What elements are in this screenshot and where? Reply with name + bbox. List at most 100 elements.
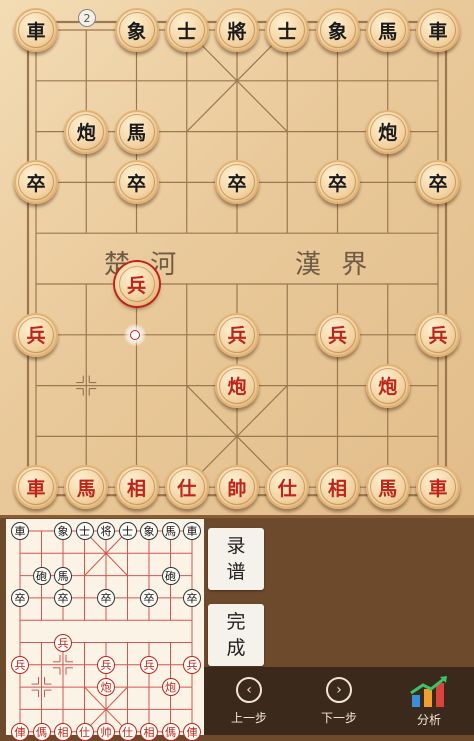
piece-glyph: 炮: [219, 367, 255, 404]
red-piece[interactable]: 炮: [365, 363, 410, 408]
piece-glyph: 帥: [219, 469, 255, 506]
piece-glyph: 兵: [319, 316, 356, 353]
board-grid: [26, 20, 448, 497]
mini-red-piece: 兵: [11, 655, 29, 674]
red-piece[interactable]: 仕: [164, 465, 209, 510]
mini-black-piece: 馬: [54, 566, 72, 585]
black-piece[interactable]: 象: [315, 8, 360, 52]
mini-black-piece: 卒: [97, 588, 115, 607]
mini-black-piece: 卒: [183, 588, 201, 607]
prev-step-button[interactable]: ‹ 上一步: [204, 667, 294, 735]
piece-glyph: 卒: [118, 164, 155, 201]
mini-red-piece: 兵: [54, 633, 72, 652]
red-piece[interactable]: 相: [315, 465, 360, 510]
move-count-badge: 2: [78, 9, 96, 27]
piece-glyph: 車: [18, 469, 54, 506]
red-piece[interactable]: 兵: [215, 312, 259, 357]
piece-glyph: 兵: [18, 316, 54, 353]
mini-red-piece: 傌: [32, 722, 51, 741]
red-piece[interactable]: 兵: [416, 312, 460, 357]
record-label-2: 谱: [226, 561, 246, 583]
black-piece[interactable]: 馬: [114, 109, 159, 154]
mini-black-piece: 車: [183, 522, 201, 540]
piece-glyph: 卒: [319, 164, 356, 201]
finish-button[interactable]: 完 成: [208, 604, 264, 666]
piece-glyph: 車: [420, 469, 456, 506]
piece-glyph: 炮: [369, 367, 406, 404]
river-right-label: 漢 界: [295, 250, 374, 280]
black-piece[interactable]: 卒: [315, 160, 360, 205]
piece-glyph: 馬: [369, 12, 406, 48]
black-piece[interactable]: 象: [114, 8, 159, 52]
mini-black-piece: 卒: [54, 588, 72, 607]
mini-black-piece: 卒: [140, 588, 158, 607]
mini-red-piece: 兵: [97, 655, 115, 674]
bottom-nav-bar: ‹ 上一步 › 下一步 分析: [204, 667, 474, 735]
piece-glyph: 卒: [420, 164, 456, 201]
mini-red-piece: 傌: [161, 722, 180, 741]
piece-glyph: 士: [168, 12, 205, 48]
record-button[interactable]: 录 谱: [208, 528, 264, 590]
analyze-button[interactable]: 分析: [384, 667, 474, 735]
black-piece[interactable]: 車: [14, 8, 58, 52]
black-piece[interactable]: 炮: [64, 109, 109, 154]
black-piece[interactable]: 炮: [365, 109, 410, 154]
black-piece[interactable]: 士: [265, 8, 310, 52]
red-piece[interactable]: 兵: [315, 312, 360, 357]
mini-black-piece: 象: [140, 522, 158, 540]
finish-label-1: 完: [226, 611, 246, 633]
piece-glyph: 馬: [68, 469, 105, 506]
mini-red-piece: 仕: [75, 722, 94, 741]
main-board[interactable]: 2 楚 河 漢 界 車象士將士象馬車炮馬炮卒卒卒卒卒兵兵兵兵兵炮炮車馬相仕帥仕相…: [0, 0, 474, 518]
piece-glyph: 車: [420, 12, 456, 48]
red-piece[interactable]: 兵: [14, 312, 58, 357]
black-piece[interactable]: 將: [215, 8, 259, 52]
mini-red-piece: 俥: [11, 722, 29, 741]
mini-black-piece: 馬: [161, 522, 180, 540]
mini-black-piece: 砲: [161, 566, 180, 585]
red-piece[interactable]: 炮: [215, 363, 259, 408]
red-piece[interactable]: 帥: [215, 465, 259, 510]
move-target-marker[interactable]: [124, 324, 146, 346]
mini-black-piece: 将: [97, 522, 115, 540]
black-piece[interactable]: 士: [164, 8, 209, 52]
piece-glyph: 相: [319, 469, 356, 506]
mini-red-piece: 相: [54, 722, 72, 741]
mini-black-piece: 象: [54, 522, 72, 540]
black-piece[interactable]: 馬: [365, 8, 410, 52]
mini-red-piece: 炮: [161, 678, 180, 697]
black-piece[interactable]: 卒: [114, 160, 159, 205]
next-step-button[interactable]: › 下一步: [294, 667, 384, 735]
piece-glyph: 兵: [420, 316, 456, 353]
mini-black-piece: 士: [118, 522, 137, 540]
mini-board-grid: [19, 530, 193, 733]
piece-glyph: 象: [118, 12, 155, 48]
piece-glyph: 炮: [369, 113, 406, 150]
piece-glyph: 象: [319, 12, 356, 48]
mini-red-piece: 炮: [97, 678, 115, 697]
chevron-left-icon: ‹: [236, 676, 262, 703]
mini-black-piece: 車: [11, 522, 29, 540]
chevron-right-icon: ›: [326, 676, 352, 703]
mini-red-piece: 兵: [140, 655, 158, 674]
red-piece[interactable]: 車: [14, 465, 58, 510]
mini-black-piece: 卒: [11, 588, 29, 607]
mini-red-piece: 帅: [97, 722, 115, 741]
piece-glyph: 仕: [168, 469, 205, 506]
black-piece[interactable]: 車: [416, 8, 460, 52]
red-piece[interactable]: 馬: [365, 465, 410, 510]
prev-step-label: 上一步: [230, 710, 267, 725]
mini-black-piece: 士: [75, 522, 94, 540]
mini-black-piece: 砲: [32, 566, 51, 585]
mini-red-piece: 兵: [183, 655, 201, 674]
analyze-label: 分析: [416, 712, 441, 727]
piece-glyph: 炮: [68, 113, 105, 150]
mini-board-preview: 車象士将士象馬車砲馬砲卒卒卒卒卒兵兵兵兵兵炮炮俥傌相仕帅仕相傌俥: [6, 519, 204, 741]
red-piece[interactable]: 車: [416, 465, 460, 510]
piece-glyph: 馬: [369, 469, 406, 506]
red-piece[interactable]: 兵: [114, 262, 159, 306]
piece-glyph: 仕: [269, 469, 306, 506]
piece-glyph: 卒: [18, 164, 54, 201]
piece-glyph: 兵: [118, 266, 155, 302]
red-piece[interactable]: 相: [114, 465, 159, 510]
